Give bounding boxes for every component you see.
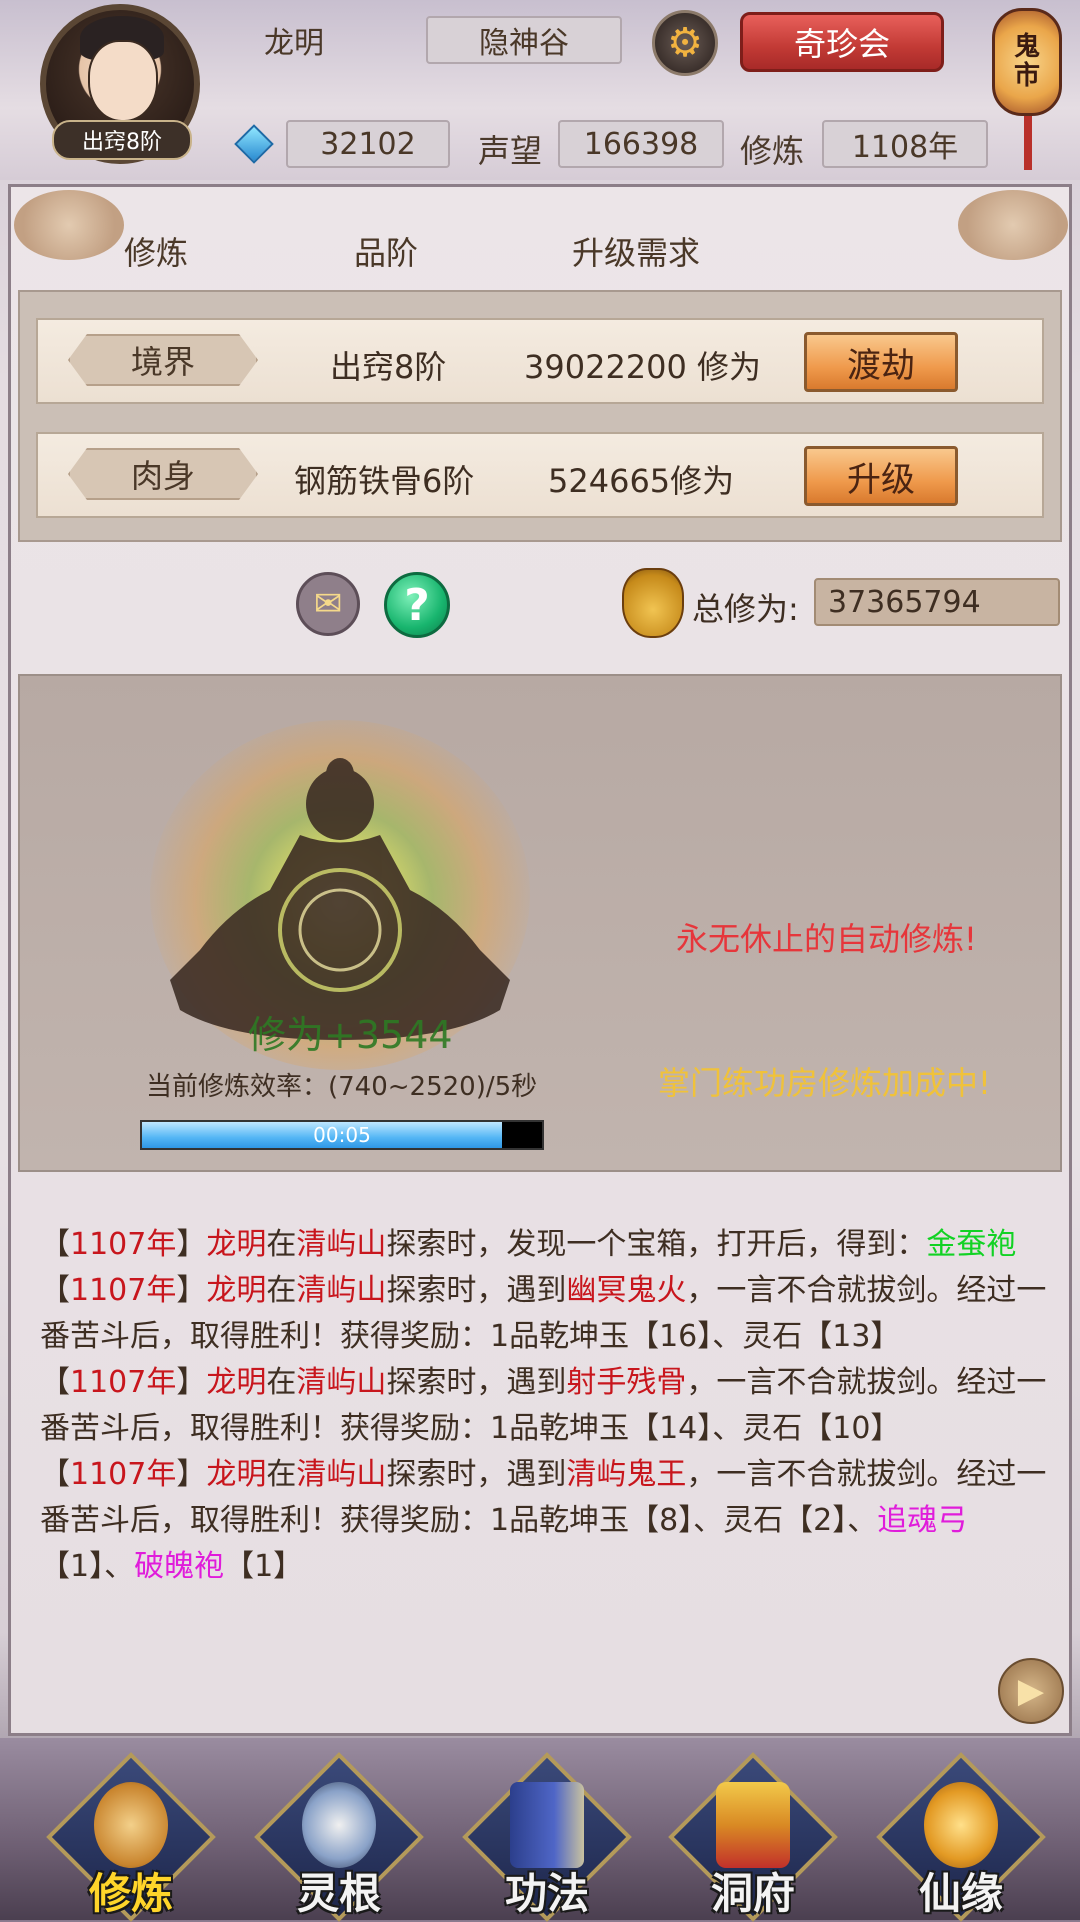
log-segment: 金蚕袍 [926, 1227, 1017, 1262]
cultivation-label: 修炼 [740, 132, 805, 170]
log-segment: 清屿山 [296, 1227, 387, 1262]
immortal-gourd-icon [924, 1782, 998, 1868]
log-segment: 】 [176, 1227, 207, 1262]
treasure-auction-button[interactable]: 奇珍会 [740, 12, 944, 72]
log-segment: 在 [266, 1365, 297, 1400]
nav-label: 仙缘 [918, 1869, 1003, 1918]
log-entry: 【1107年】龙明在清屿山探索时，遇到幽冥鬼火，一言不合就拔剑。经过一番苦斗后，… [40, 1268, 1048, 1360]
nav-cultivate[interactable]: 修炼 [46, 1752, 216, 1922]
gems-value: 32102 [286, 120, 450, 168]
log-segment: 清屿鬼王 [566, 1457, 687, 1492]
mail-icon[interactable]: ✉ [296, 572, 360, 636]
log-segment: 【1】、 [40, 1549, 135, 1584]
auto-cultivation-text: 永无休止的自动修炼! [676, 920, 977, 958]
avatar-face [88, 40, 158, 122]
ghost-market-char-2: 市 [1013, 61, 1040, 91]
log-segment: 探索时，遇到 [386, 1457, 567, 1492]
log-segment: 【 [40, 1365, 70, 1400]
log-segment: 龙明 [206, 1227, 267, 1262]
settings-gear-icon[interactable]: ⚙ [652, 10, 718, 76]
realm-badge: 出窍8阶 [52, 120, 192, 160]
nav-cave-dwelling[interactable]: 洞府 [668, 1752, 838, 1922]
nav-label: 功法 [504, 1869, 589, 1918]
body-tag: 肉身 [68, 448, 258, 500]
log-segment: 龙明 [206, 1365, 267, 1400]
technique-book-icon [510, 1782, 584, 1868]
cultivation-gain-text: 修为+3544 [248, 1013, 453, 1057]
event-log: 【1107年】龙明在清屿山探索时，发现一个宝箱，打开后，得到：金蚕袍 【1107年… [40, 1222, 1048, 1590]
help-icon[interactable]: ? [384, 572, 450, 638]
spirit-root-icon [302, 1782, 376, 1868]
total-cultivation-label: 总修为: [692, 590, 799, 628]
log-segment: 】 [176, 1273, 207, 1308]
log-segment: 龙明 [206, 1457, 267, 1492]
realm-level: 出窍8阶 [330, 348, 447, 386]
cultivate-icon [94, 1782, 168, 1868]
log-segment: 探索时，遇到 [386, 1365, 567, 1400]
location-label: 隐神谷 [426, 16, 622, 64]
log-segment: 】 [176, 1365, 207, 1400]
log-segment: 1107年 [70, 1227, 177, 1262]
next-arrow-button[interactable]: ▶ [998, 1658, 1064, 1724]
tribulation-button[interactable]: 渡劫 [804, 332, 958, 392]
log-segment: 1107年 [70, 1457, 177, 1492]
nav-spirit-root[interactable]: 灵根 [254, 1752, 424, 1922]
log-segment: 追魂弓 [877, 1503, 968, 1538]
log-segment: 在 [266, 1227, 297, 1262]
log-segment: 【 [40, 1457, 70, 1492]
total-cultivation-value: 37365794 [814, 578, 1060, 626]
log-segment: 【1】 [224, 1549, 304, 1584]
nav-immortal-fate[interactable]: 仙缘 [876, 1752, 1046, 1922]
body-level: 钢筋铁骨6阶 [294, 462, 475, 500]
fame-label: 声望 [478, 132, 543, 170]
column-header-cultivate: 修炼 [124, 234, 189, 272]
sect-bonus-text: 掌门练功房修炼加成中! [658, 1064, 991, 1102]
log-segment: 在 [266, 1457, 297, 1492]
log-segment: 龙明 [206, 1273, 267, 1308]
body-requirement: 524665修为 [548, 462, 735, 500]
log-segment: 1107年 [70, 1273, 177, 1308]
ghost-market-lantern-button[interactable]: 鬼 市 [992, 8, 1062, 116]
log-segment: 】 [176, 1457, 207, 1492]
cultivation-timer: 00:05 [313, 1123, 371, 1147]
nav-label: 灵根 [296, 1869, 381, 1918]
upgrade-button[interactable]: 升级 [804, 446, 958, 506]
nav-label: 修炼 [88, 1869, 173, 1918]
money-bag-icon [622, 568, 684, 638]
log-segment: 探索时，发现一个宝箱，打开后，得到： [386, 1227, 927, 1262]
log-entry: 【1107年】龙明在清屿山探索时，发现一个宝箱，打开后，得到：金蚕袍 [40, 1222, 1048, 1268]
log-segment: 清屿山 [296, 1273, 387, 1308]
log-segment: 射手残骨 [566, 1365, 687, 1400]
log-segment: 清屿山 [296, 1365, 387, 1400]
cave-dwelling-icon [716, 1782, 790, 1868]
log-entry: 【1107年】龙明在清屿山探索时，遇到清屿鬼王，一言不合就拔剑。经过一番苦斗后，… [40, 1452, 1048, 1590]
log-segment: 探索时，遇到 [386, 1273, 567, 1308]
nav-label: 洞府 [710, 1869, 795, 1918]
cloud-ornament-left [14, 190, 124, 260]
realm-tag: 境界 [68, 334, 258, 386]
log-segment: 清屿山 [296, 1457, 387, 1492]
ghost-market-char-1: 鬼 [1013, 32, 1040, 63]
realm-requirement: 39022200 修为 [524, 348, 762, 386]
log-entry: 【1107年】龙明在清屿山探索时，遇到射手残骨，一言不合就拔剑。经过一番苦斗后，… [40, 1360, 1048, 1452]
log-segment: 【 [40, 1273, 70, 1308]
column-header-requirement: 升级需求 [572, 234, 701, 272]
cultivation-rate-text: 当前修炼效率：(740~2520)/5秒 [146, 1072, 538, 1102]
log-segment: 幽冥鬼火 [566, 1273, 687, 1308]
log-segment: 1107年 [70, 1365, 177, 1400]
lantern-tassel [1024, 116, 1032, 170]
log-segment: 在 [266, 1273, 297, 1308]
column-header-grade: 品阶 [354, 234, 419, 272]
cultivation-years-value: 1108年 [822, 120, 988, 168]
player-name: 龙明 [264, 26, 324, 61]
fame-value: 166398 [558, 120, 724, 168]
cloud-ornament-right [958, 190, 1068, 260]
log-segment: 【 [40, 1227, 70, 1262]
log-segment: 破魄袍 [134, 1549, 225, 1584]
nav-technique[interactable]: 功法 [462, 1752, 632, 1922]
